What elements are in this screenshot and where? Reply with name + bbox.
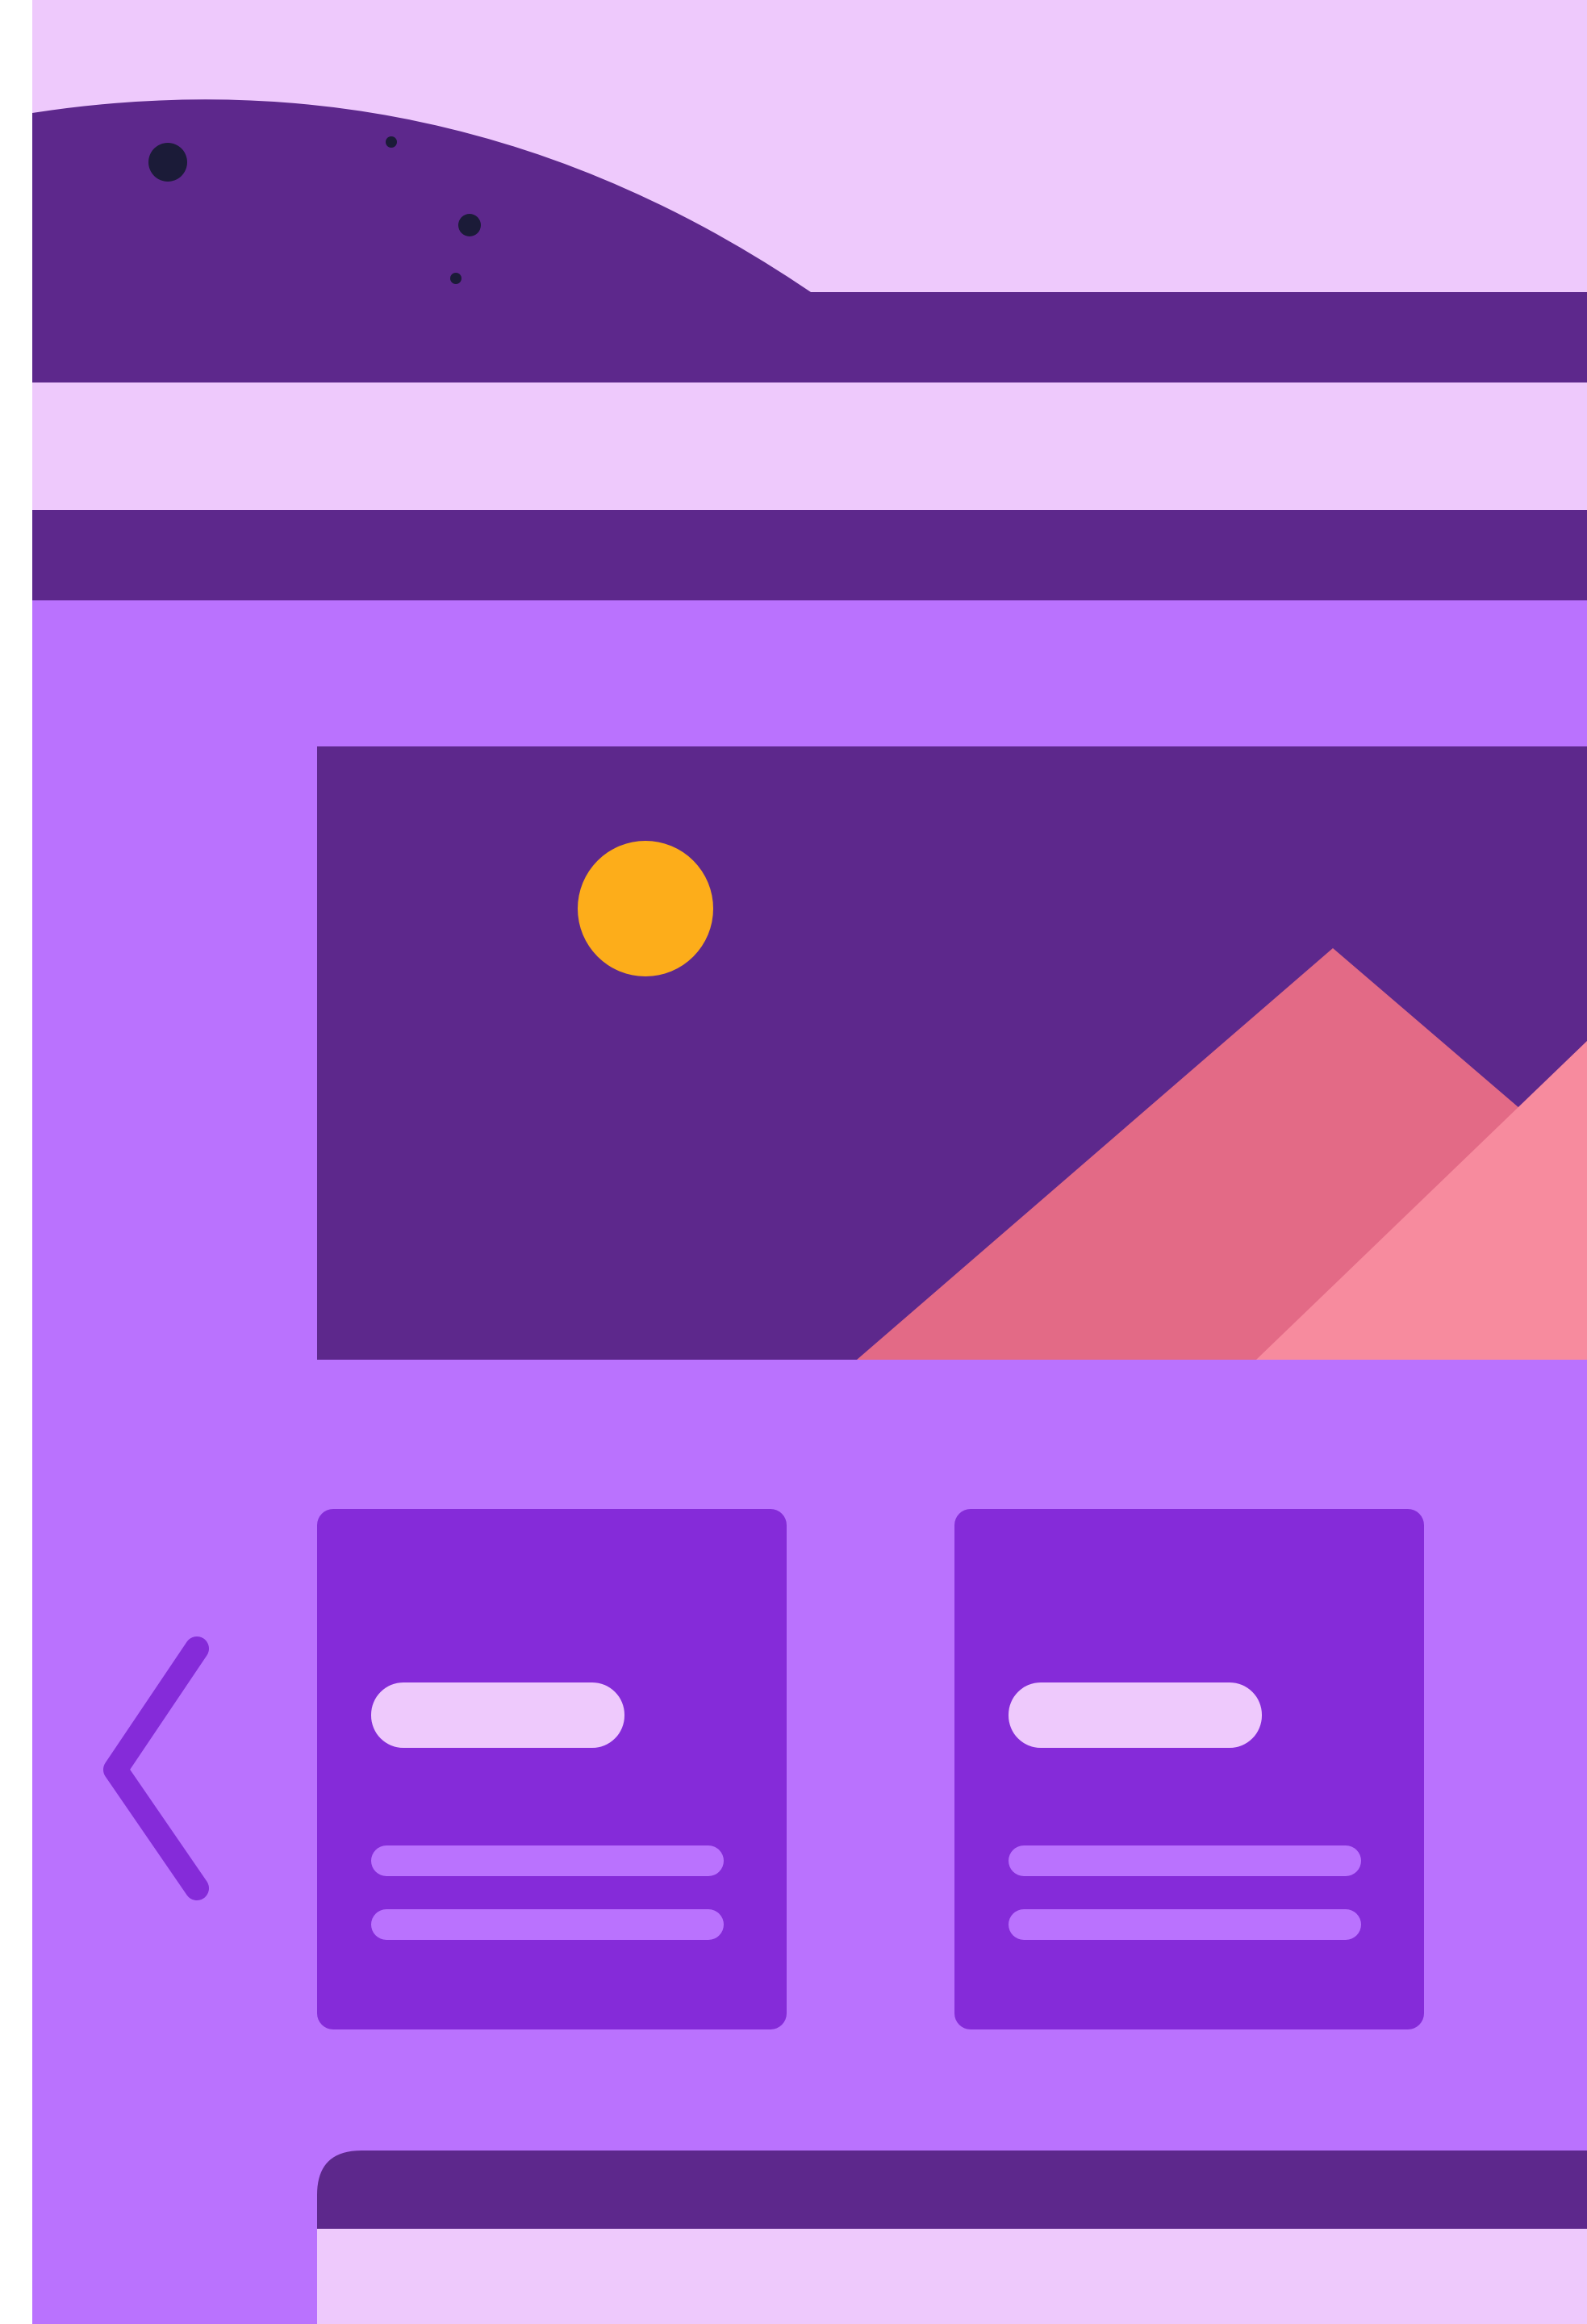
- card-background: [954, 1509, 1424, 2029]
- card-line-placeholder: [371, 1909, 724, 1940]
- card-line-placeholder: [1009, 1909, 1361, 1940]
- nav-bar: [32, 510, 1587, 600]
- hill-speck: [386, 136, 397, 148]
- hill-speck: [458, 214, 481, 236]
- illustration-stage: [0, 0, 1587, 2324]
- card-line-placeholder: [1009, 1845, 1361, 1876]
- card-line-placeholder: [371, 1845, 724, 1876]
- card-title-placeholder: [371, 1682, 624, 1748]
- card-title-placeholder: [1009, 1682, 1262, 1748]
- sun-icon: [578, 841, 713, 976]
- carousel-card[interactable]: [317, 1509, 787, 2029]
- header-separator: [32, 382, 1587, 510]
- image-placeholder-icon: [317, 746, 1587, 1360]
- hill-speck: [148, 143, 187, 182]
- app-mockup-illustration: [0, 0, 1587, 2324]
- bottom-panel-header: [317, 2151, 1587, 2229]
- panel-placeholder: [317, 2151, 1587, 2324]
- hill-speck: [450, 273, 461, 284]
- bottom-panel-body: [317, 2229, 1587, 2324]
- card-background: [317, 1509, 787, 2029]
- carousel-card[interactable]: [954, 1509, 1424, 2029]
